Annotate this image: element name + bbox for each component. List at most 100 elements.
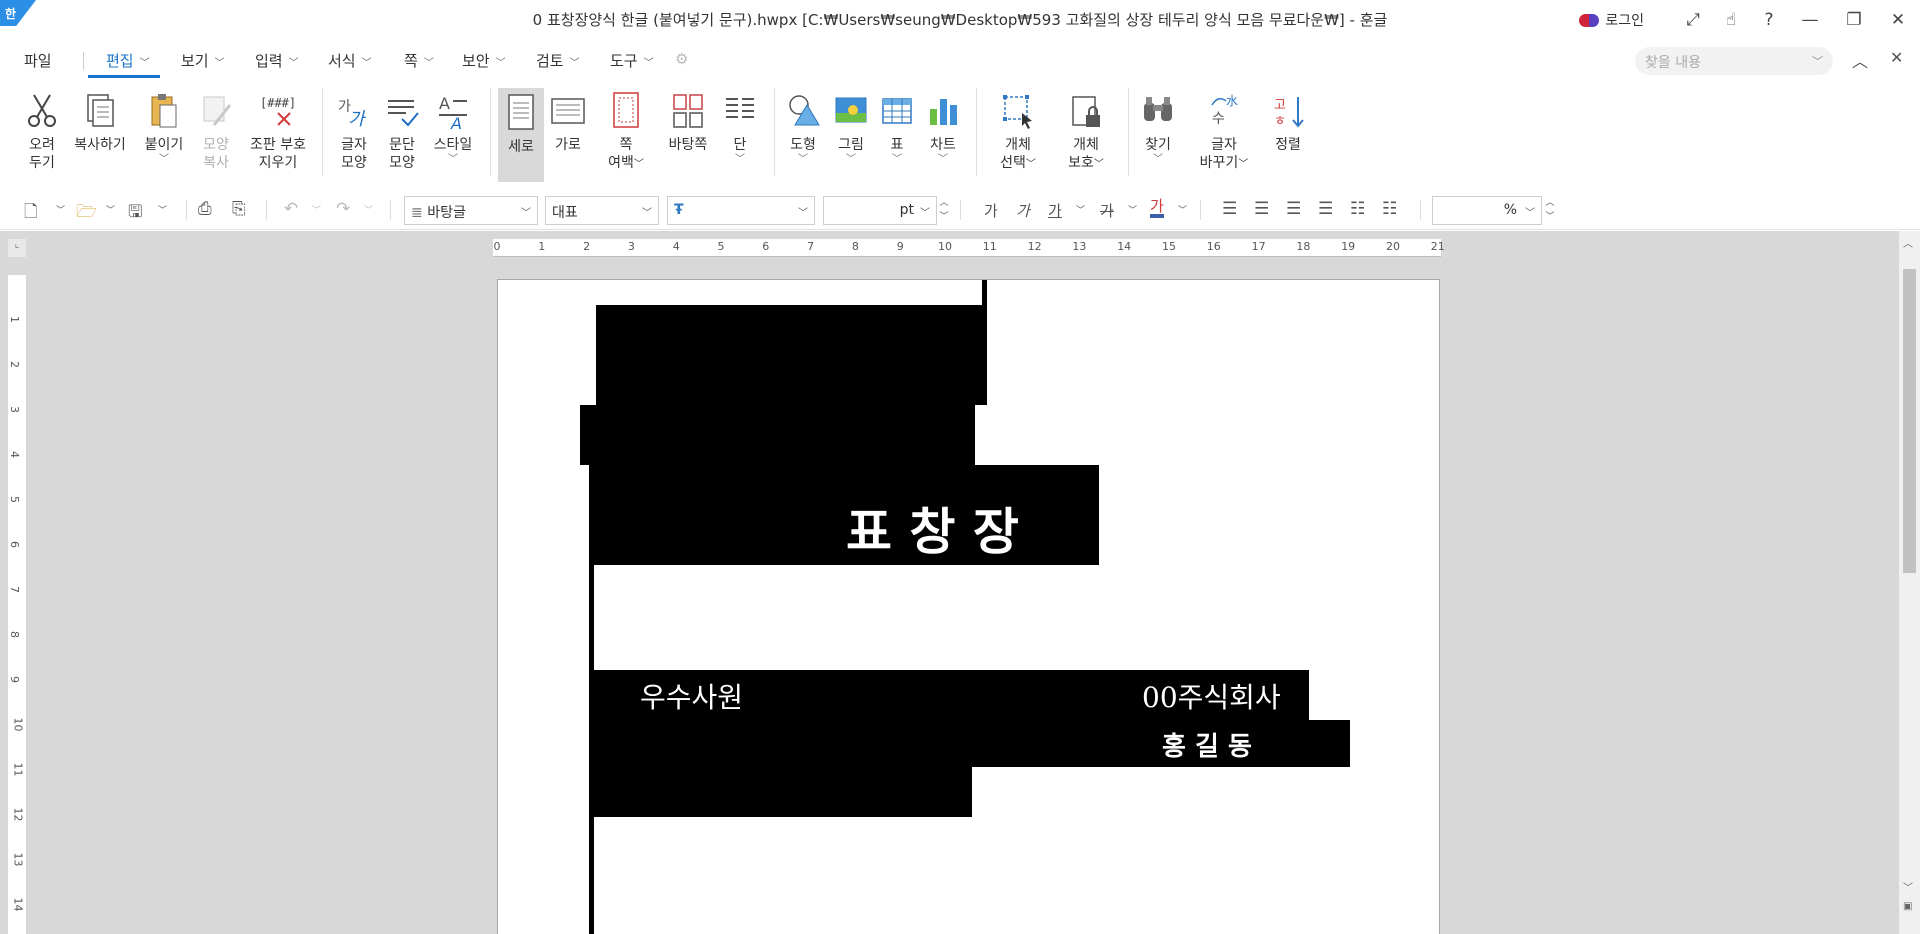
- para-shape-button[interactable]: 문단 모양: [376, 90, 428, 180]
- undo-icon[interactable]: ↶: [284, 199, 298, 219]
- page-view-icon[interactable]: ▣: [1903, 901, 1912, 912]
- menu-review[interactable]: 검토 ﹀: [536, 50, 580, 71]
- open-folder-icon[interactable]: 🗁: [76, 199, 97, 228]
- strikethrough-icon[interactable]: 가: [1100, 200, 1114, 221]
- vertical-ruler[interactable]: 1 2 3 4 5 6 7 8 9 10 11 12 13 14: [8, 275, 26, 934]
- style-select[interactable]: ≣ 바탕글 ﹀: [404, 196, 538, 225]
- help-icon[interactable]: ?: [1750, 0, 1788, 40]
- print-icon[interactable]: ⎙: [198, 199, 212, 219]
- document-page[interactable]: 표 창 장 우수사원 00주식회사 홍 길 동: [497, 279, 1440, 934]
- redaction-block: [982, 280, 987, 405]
- font-name-select[interactable]: Ŧ ﹀: [667, 196, 815, 225]
- find-button[interactable]: 찾기 ﹀: [1132, 90, 1184, 180]
- horizontal-ruler[interactable]: 0 1 2 3 4 5 6 7 8 9 10 11 12 13 14 15 16 17 18 19 20 21: [493, 239, 1445, 257]
- login-button[interactable]: 로그인: [1579, 10, 1644, 30]
- chevron-down-icon[interactable]: ﹀: [312, 203, 321, 216]
- ruler-tick-label: 0: [493, 240, 501, 253]
- menu-file[interactable]: 파일: [24, 50, 52, 71]
- chevron-down-icon[interactable]: ﹀: [158, 203, 167, 216]
- scroll-up-icon[interactable]: ︿: [1903, 235, 1913, 250]
- cut-button[interactable]: 오려 두기: [14, 90, 70, 180]
- chevron-down-icon[interactable]: ﹀: [1812, 53, 1823, 69]
- style-button[interactable]: AA 스타일 ﹀: [426, 90, 480, 180]
- landscape-label: 가로: [555, 137, 581, 153]
- shape-button[interactable]: 도형 ﹀: [778, 90, 828, 180]
- minimize-icon[interactable]: —: [1788, 0, 1832, 40]
- font-size-spinner[interactable]: ︿ ﹀: [938, 196, 950, 225]
- expand-icon[interactable]: ⤢: [1674, 0, 1712, 40]
- ribbon-divider: [976, 88, 977, 176]
- paste-icon: [151, 94, 177, 128]
- menu-tools[interactable]: 도구 ﹀: [610, 50, 654, 71]
- char-shape-button[interactable]: 가가 글자 모양: [328, 90, 380, 180]
- chevron-down-icon[interactable]: ﹀: [1128, 203, 1137, 216]
- print-preview-icon[interactable]: ⎘: [232, 199, 246, 219]
- char-replace-button[interactable]: 水수 글자 바꾸기﹀: [1196, 90, 1252, 180]
- restore-icon[interactable]: ❐: [1832, 0, 1876, 40]
- scrollbar-thumb[interactable]: [1903, 269, 1916, 573]
- page-margin-button[interactable]: 쪽 여백﹀: [598, 90, 654, 180]
- redaction-block: [589, 767, 972, 817]
- chevron-down-icon: ﹀: [735, 154, 745, 165]
- vertical-scrollbar[interactable]: ︿ ﹀ ▣: [1899, 231, 1920, 934]
- menu-edit[interactable]: 편집 ﹀: [106, 50, 150, 71]
- object-select-button[interactable]: 개체 선택﹀: [990, 90, 1046, 180]
- menu-insert[interactable]: 입력 ﹀: [255, 50, 299, 71]
- align-left-icon[interactable]: ☰: [1254, 199, 1269, 219]
- font-lang-select[interactable]: 대표 ﹀: [545, 196, 659, 225]
- char-shape-icon: 가가: [338, 99, 367, 130]
- clear-markup-button[interactable]: [###] 조판 부호 지우기: [244, 90, 312, 180]
- menu-security[interactable]: 보안 ﹀: [462, 50, 506, 71]
- picture-button[interactable]: 그림 ﹀: [826, 90, 876, 180]
- redo-icon[interactable]: ↷: [336, 199, 350, 219]
- ruler-corner-icon[interactable]: ⌞: [8, 239, 26, 257]
- document-workspace[interactable]: ⌞ 0 1 2 3 4 5 6 7 8 9 10 11 12 13 14 15 16 17 18 19 20 21 123…: [0, 231, 1920, 934]
- chevron-down-icon[interactable]: ﹀: [56, 203, 65, 216]
- columns-button[interactable]: 단 ﹀: [712, 90, 768, 180]
- zoom-spinner[interactable]: ︿ ﹀: [1544, 196, 1556, 225]
- paste-button[interactable]: 붙이기 ﹀: [136, 90, 192, 180]
- search-input[interactable]: 찾을 내용 ﹀: [1635, 47, 1833, 75]
- chevron-down-icon[interactable]: ﹀: [364, 203, 373, 216]
- italic-icon[interactable]: 가: [1016, 200, 1030, 221]
- landscape-button[interactable]: 가로: [544, 90, 592, 180]
- picture-label: 그림: [838, 137, 864, 153]
- ruler-tick-label: 13: [11, 852, 25, 867]
- font-size-input[interactable]: pt ﹀: [823, 196, 937, 225]
- underline-icon[interactable]: 가: [1048, 200, 1062, 221]
- justify-icon[interactable]: ☰: [1222, 199, 1237, 219]
- ruler-tick-label: 21: [1430, 240, 1445, 253]
- char-shape-label: 글자: [341, 137, 367, 153]
- scroll-down-icon[interactable]: ﹀: [1903, 879, 1913, 894]
- chevron-down-icon[interactable]: ﹀: [106, 203, 115, 216]
- chevron-down-icon[interactable]: ﹀: [1076, 203, 1085, 216]
- split-align-icon[interactable]: ☷: [1382, 199, 1397, 219]
- sort-button[interactable]: 고ㅎ 정렬: [1262, 90, 1314, 180]
- save-icon[interactable]: 🖫: [128, 199, 142, 228]
- clear-markup-label-2: 지우기: [258, 155, 298, 171]
- zoom-input[interactable]: % ﹀: [1432, 196, 1542, 225]
- menu-view[interactable]: 보기 ﹀: [181, 50, 225, 71]
- hand-icon[interactable]: ☝: [1712, 0, 1750, 40]
- copy-button[interactable]: 복사하기: [70, 90, 130, 180]
- share-icon[interactable]: ⚙: [675, 50, 688, 68]
- format-copy-button[interactable]: 모양 복사: [188, 90, 244, 180]
- master-page-button[interactable]: 바탕쪽: [660, 90, 716, 180]
- table-button[interactable]: 표 ﹀: [874, 90, 920, 180]
- align-center-icon[interactable]: ☰: [1286, 199, 1301, 219]
- bold-icon[interactable]: 가: [984, 200, 998, 221]
- title-right-group: 로그인 ⤢ ☝ ? — ❐ ✕: [1579, 0, 1920, 40]
- collapse-ribbon-icon[interactable]: ︿: [1852, 48, 1868, 72]
- close-doc-icon[interactable]: ✕: [1890, 48, 1903, 67]
- distribute-icon[interactable]: ☷: [1350, 199, 1365, 219]
- new-doc-icon[interactable]: 🗋: [24, 199, 38, 228]
- chevron-down-icon[interactable]: ﹀: [1178, 203, 1187, 216]
- object-protect-button[interactable]: 개체 보호﹀: [1058, 90, 1114, 180]
- close-icon[interactable]: ✕: [1876, 0, 1920, 40]
- chart-button[interactable]: 차트 ﹀: [918, 90, 968, 180]
- menu-page[interactable]: 쪽 ﹀: [404, 50, 434, 71]
- portrait-button[interactable]: 세로: [498, 88, 544, 182]
- menu-format[interactable]: 서식 ﹀: [328, 50, 372, 71]
- align-right-icon[interactable]: ☰: [1318, 199, 1333, 219]
- font-color-icon[interactable]: 가: [1150, 198, 1164, 218]
